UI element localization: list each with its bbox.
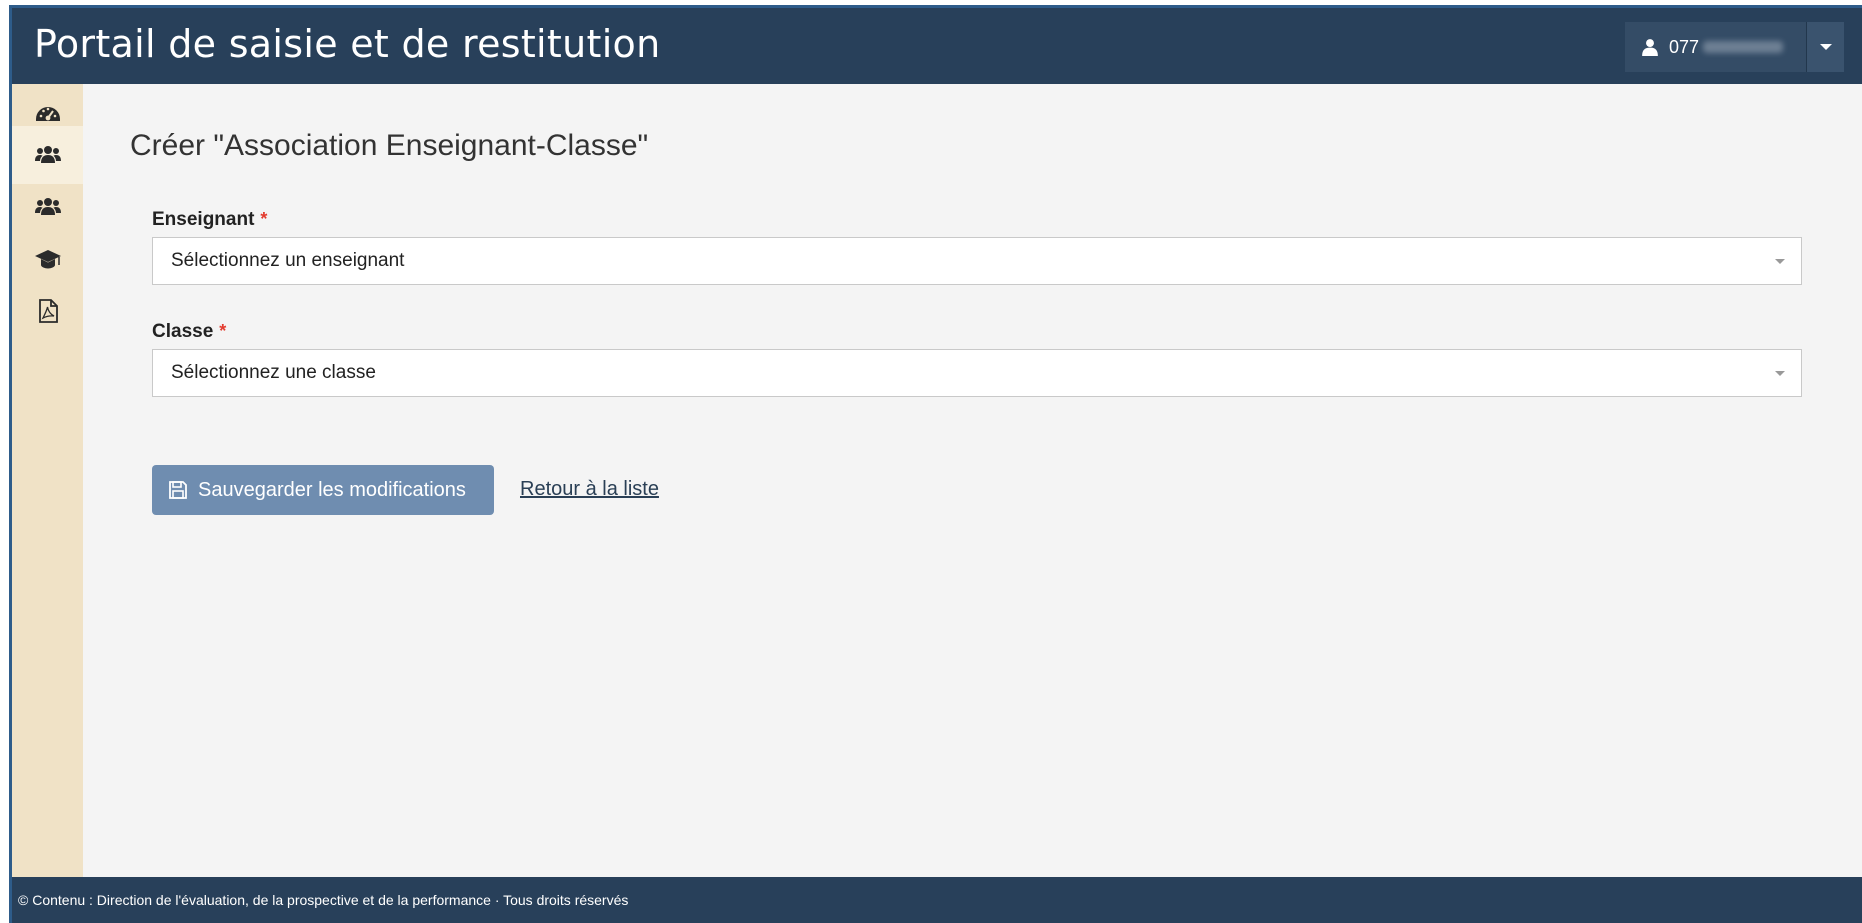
page-title: Créer "Association Enseignant-Classe" — [130, 129, 649, 162]
save-button[interactable]: Sauvegarder les modifications — [152, 465, 494, 515]
classe-label: Classe * — [152, 321, 226, 343]
classe-select-value: Sélectionnez une classe — [171, 362, 376, 383]
users-icon — [34, 198, 61, 215]
graduation-cap-icon — [34, 250, 61, 269]
user-id: 077 — [1669, 36, 1700, 57]
pdf-file-icon — [38, 299, 58, 323]
user-menu: 077 — [1625, 22, 1844, 72]
classe-label-text: Classe — [152, 321, 214, 342]
chevron-down-icon — [1775, 259, 1785, 264]
enseignant-select-value: Sélectionnez un enseignant — [171, 250, 405, 271]
user-icon — [1642, 39, 1658, 56]
chevron-down-icon — [1775, 371, 1785, 376]
classe-select[interactable]: Sélectionnez une classe — [152, 349, 1802, 397]
main-content: Créer "Association Enseignant-Classe" En… — [83, 84, 1862, 877]
footer: © Contenu : Direction de l'évaluation, d… — [12, 877, 1862, 923]
app-window: Portail de saisie et de restitution 077 — [9, 5, 1862, 923]
caret-down-icon — [1819, 44, 1832, 50]
top-bar: Portail de saisie et de restitution 077 — [12, 8, 1862, 84]
enseignant-select[interactable]: Sélectionnez un enseignant — [152, 237, 1802, 285]
back-to-list-link[interactable]: Retour à la liste — [520, 478, 659, 501]
save-icon — [169, 481, 187, 499]
dashboard-icon — [35, 107, 60, 121]
sidebar-item-pdf[interactable] — [12, 282, 83, 340]
redacted-user-id — [1703, 41, 1784, 53]
sidebar-item-groups[interactable] — [12, 178, 83, 236]
sidebar — [12, 84, 83, 877]
required-mark: * — [219, 321, 227, 341]
sidebar-item-users-active[interactable] — [12, 126, 83, 184]
sidebar-item-classes[interactable] — [12, 230, 83, 288]
save-button-label: Sauvegarder les modifications — [198, 478, 466, 501]
enseignant-label: Enseignant * — [152, 209, 267, 231]
footer-text: © Contenu : Direction de l'évaluation, d… — [18, 892, 629, 908]
users-icon — [34, 146, 61, 163]
user-button[interactable]: 077 — [1625, 22, 1806, 72]
user-dropdown-toggle[interactable] — [1806, 22, 1844, 72]
enseignant-label-text: Enseignant — [152, 209, 255, 230]
app-title: Portail de saisie et de restitution — [34, 22, 661, 66]
required-mark: * — [260, 209, 268, 229]
